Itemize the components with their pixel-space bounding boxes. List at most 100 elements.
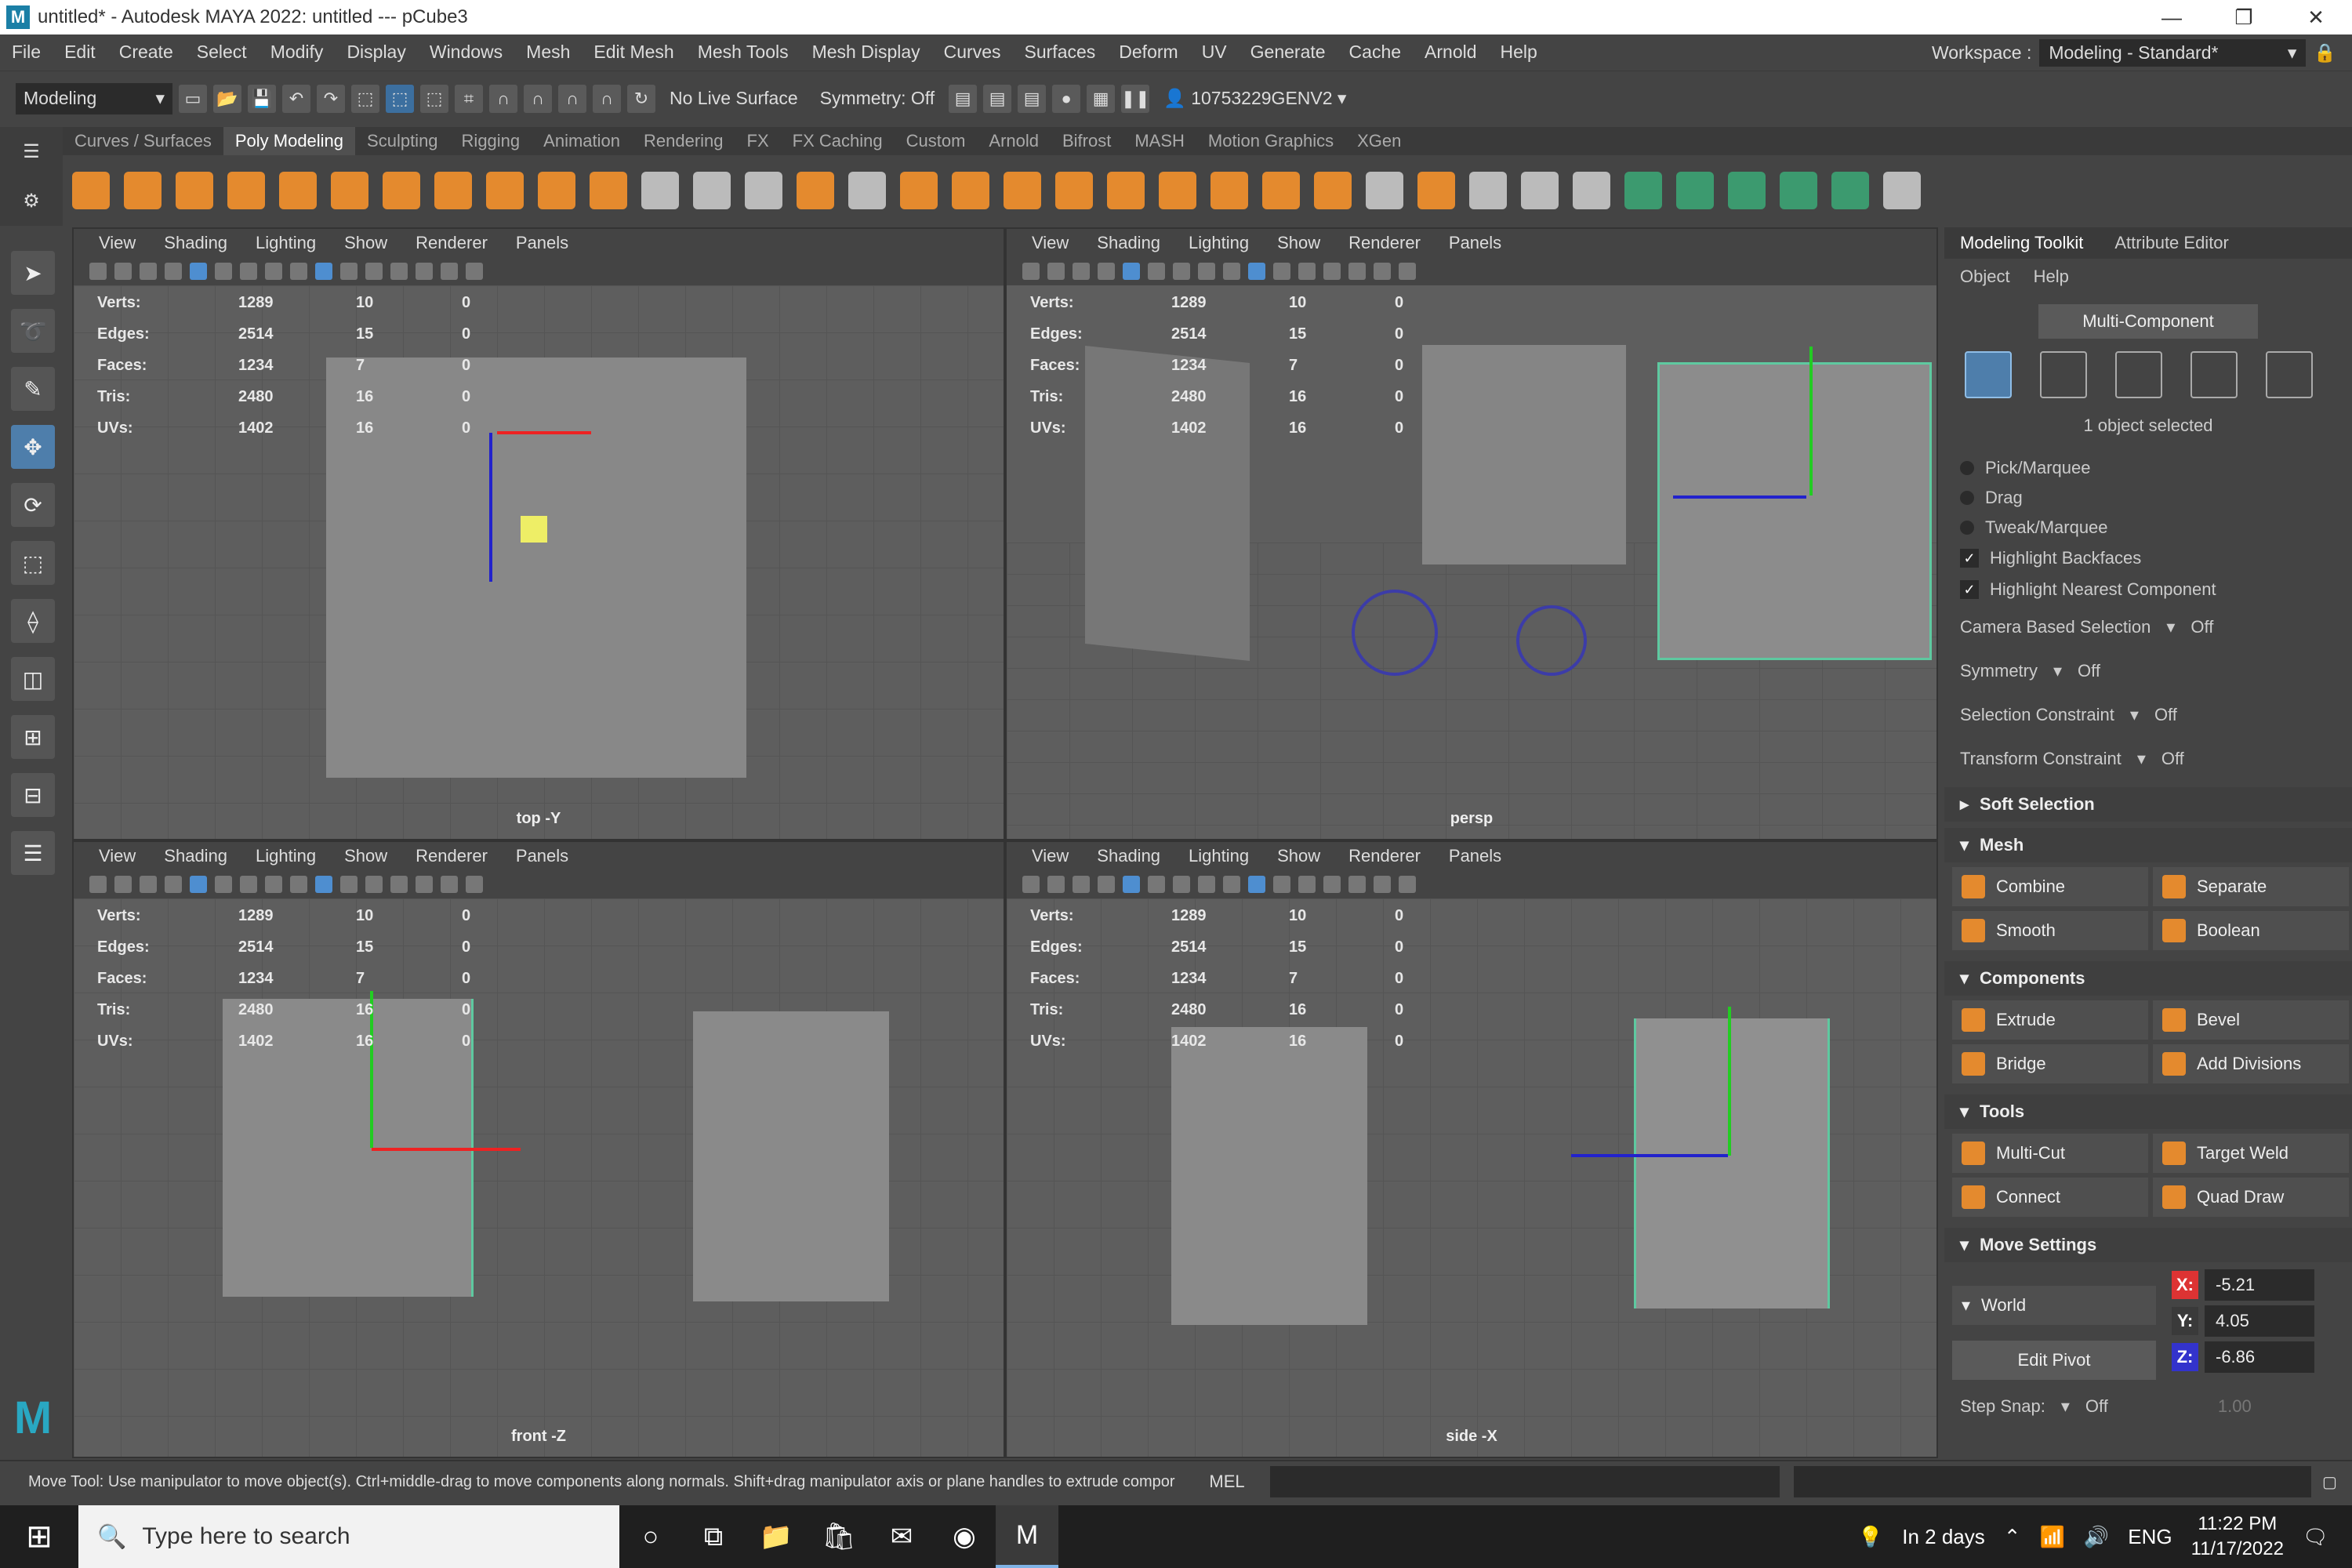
vp-menu-view[interactable]: View	[1018, 233, 1083, 253]
bevel-button[interactable]: Bevel	[2153, 1000, 2349, 1040]
ipr-render-icon[interactable]: ▤	[1018, 84, 1047, 113]
menu-curves[interactable]: Curves	[932, 42, 1013, 63]
isolate-icon[interactable]	[1374, 263, 1391, 280]
clock[interactable]: 11:22 PM 11/17/2022	[2191, 1512, 2284, 1562]
smooth-button[interactable]: Smooth	[1952, 911, 2148, 950]
bridge-button[interactable]: Bridge	[1952, 1044, 2148, 1083]
uv-auto-icon[interactable]	[1728, 172, 1766, 209]
two-layout-icon[interactable]: ⊟	[11, 773, 55, 817]
workspace-dropdown[interactable]: Modeling - Standard* ▾	[2039, 39, 2307, 67]
tab-mash[interactable]: MASH	[1123, 131, 1196, 151]
section-move-settings[interactable]: ▾ Move Settings	[1944, 1228, 2352, 1262]
tab-curves-surfaces[interactable]: Curves / Surfaces	[63, 131, 223, 151]
poly-sphere-icon[interactable]	[72, 172, 110, 209]
menu-mesh-display[interactable]: Mesh Display	[800, 42, 932, 63]
vp-menu-panels[interactable]: Panels	[1435, 233, 1515, 253]
target-weld-button[interactable]: Target Weld	[2153, 1134, 2349, 1173]
scale-tool-icon[interactable]: ⬚	[11, 541, 55, 585]
lights-icon[interactable]	[365, 263, 383, 280]
close-icon[interactable]: ✕	[2280, 0, 2352, 34]
tab-rendering[interactable]: Rendering	[632, 131, 735, 151]
vp-menu-view[interactable]: View	[85, 233, 150, 253]
move-manipulator-x[interactable]	[497, 431, 591, 434]
chevron-up-icon[interactable]: ⌃	[2004, 1525, 2021, 1549]
object-mode-icon[interactable]	[1965, 351, 2012, 398]
resolution-gate-icon[interactable]	[240, 876, 257, 893]
grid-icon[interactable]	[1123, 876, 1140, 893]
textured-icon[interactable]	[340, 876, 358, 893]
svg-icon[interactable]	[590, 172, 627, 209]
boolean-button[interactable]: Boolean	[2153, 911, 2349, 950]
multi-component-button[interactable]: Multi-Component	[2038, 304, 2258, 339]
move-z-field[interactable]: -6.86	[2205, 1341, 2314, 1373]
menu-cache[interactable]: Cache	[1338, 42, 1413, 63]
lasso-tool-icon[interactable]: ➰	[11, 309, 55, 353]
mail-icon[interactable]: ✉	[870, 1505, 933, 1568]
vp-menu-shading[interactable]: Shading	[150, 233, 241, 253]
snap-curve-icon[interactable]: ∩	[489, 84, 517, 113]
menu-create[interactable]: Create	[107, 42, 185, 63]
uv-mode-icon[interactable]	[2266, 351, 2313, 398]
radio-drag[interactable]: Drag	[1944, 483, 2352, 513]
wireframe-icon[interactable]	[1223, 876, 1240, 893]
select-tool-icon[interactable]: ➤	[11, 251, 55, 295]
isolate-icon[interactable]	[1374, 876, 1391, 893]
uv-transfer-icon[interactable]	[1831, 172, 1869, 209]
menu-edit[interactable]: Edit	[53, 42, 107, 63]
smooth-icon[interactable]	[952, 172, 989, 209]
bridge-icon[interactable]	[1159, 172, 1196, 209]
move-manipulator-x[interactable]	[372, 1148, 521, 1151]
snap-point-icon[interactable]: ∩	[524, 84, 552, 113]
redo-icon[interactable]: ↷	[317, 84, 345, 113]
weather-icon[interactable]: 💡	[1858, 1525, 1883, 1549]
camera-attr-icon[interactable]	[1047, 876, 1065, 893]
section-components[interactable]: ▾ Components	[1944, 961, 2352, 996]
film-gate-icon[interactable]	[215, 876, 232, 893]
uv-unfold-icon[interactable]	[1780, 172, 1817, 209]
tab-bifrost[interactable]: Bifrost	[1051, 131, 1123, 151]
snap-surface-icon[interactable]: ∩	[593, 84, 621, 113]
tab-xgen[interactable]: XGen	[1345, 131, 1413, 151]
radio-pick-marquee[interactable]: Pick/Marquee	[1944, 453, 2352, 483]
viewport-top[interactable]: View Shading Lighting Show Renderer Pane…	[72, 227, 1005, 840]
selected-cube[interactable]	[1634, 1018, 1830, 1308]
image-plane-icon[interactable]	[1098, 876, 1115, 893]
film-gate-icon[interactable]	[215, 263, 232, 280]
vp-menu-view[interactable]: View	[85, 846, 150, 866]
append-icon[interactable]	[1262, 172, 1300, 209]
textured-icon[interactable]	[1273, 876, 1290, 893]
section-soft-selection[interactable]: ▸ Soft Selection	[1944, 787, 2352, 822]
cortana-icon[interactable]: ○	[619, 1505, 682, 1568]
lights-icon[interactable]	[365, 876, 383, 893]
pause-icon[interactable]: ❚❚	[1121, 84, 1150, 113]
save-scene-icon[interactable]: 💾	[248, 84, 276, 113]
step-snap-option[interactable]: Step Snap: ▾ Off 1.00	[1944, 1385, 2352, 1428]
quad-draw-button[interactable]: Quad Draw	[2153, 1178, 2349, 1217]
windows-start-icon[interactable]: ⊞	[0, 1505, 78, 1568]
poly-cone-icon[interactable]	[227, 172, 265, 209]
open-scene-icon[interactable]: 📂	[213, 84, 241, 113]
gate-mask-icon[interactable]	[1198, 876, 1215, 893]
textured-icon[interactable]	[340, 263, 358, 280]
vp-menu-panels[interactable]: Panels	[502, 846, 583, 866]
four-layout-icon[interactable]: ⊞	[11, 715, 55, 759]
vp-menu-renderer[interactable]: Renderer	[1334, 233, 1435, 253]
tab-modeling-toolkit[interactable]: Modeling Toolkit	[1960, 233, 2083, 253]
smooth-shade-icon[interactable]	[315, 263, 332, 280]
vp-menu-show[interactable]: Show	[330, 233, 401, 253]
viewport-side[interactable]: View Shading Lighting Show Renderer Pane…	[1005, 840, 1938, 1458]
smooth-shade-icon[interactable]	[1248, 876, 1265, 893]
image-plane-icon[interactable]	[165, 876, 182, 893]
add-divisions-button[interactable]: Add Divisions	[2153, 1044, 2349, 1083]
menu-generate[interactable]: Generate	[1239, 42, 1338, 63]
lights-icon[interactable]	[1298, 263, 1316, 280]
extract-icon[interactable]	[900, 172, 938, 209]
ambient-occlusion-icon[interactable]	[416, 263, 433, 280]
poly-cube-icon[interactable]	[124, 172, 162, 209]
minimize-icon[interactable]: —	[2136, 0, 2208, 34]
select-object-icon[interactable]: ⬚	[386, 84, 414, 113]
gate-mask-icon[interactable]	[265, 876, 282, 893]
last-tool-icon[interactable]: ⟠	[11, 599, 55, 643]
menu-arnold[interactable]: Arnold	[1413, 42, 1488, 63]
tab-fx-caching[interactable]: FX Caching	[781, 131, 895, 151]
